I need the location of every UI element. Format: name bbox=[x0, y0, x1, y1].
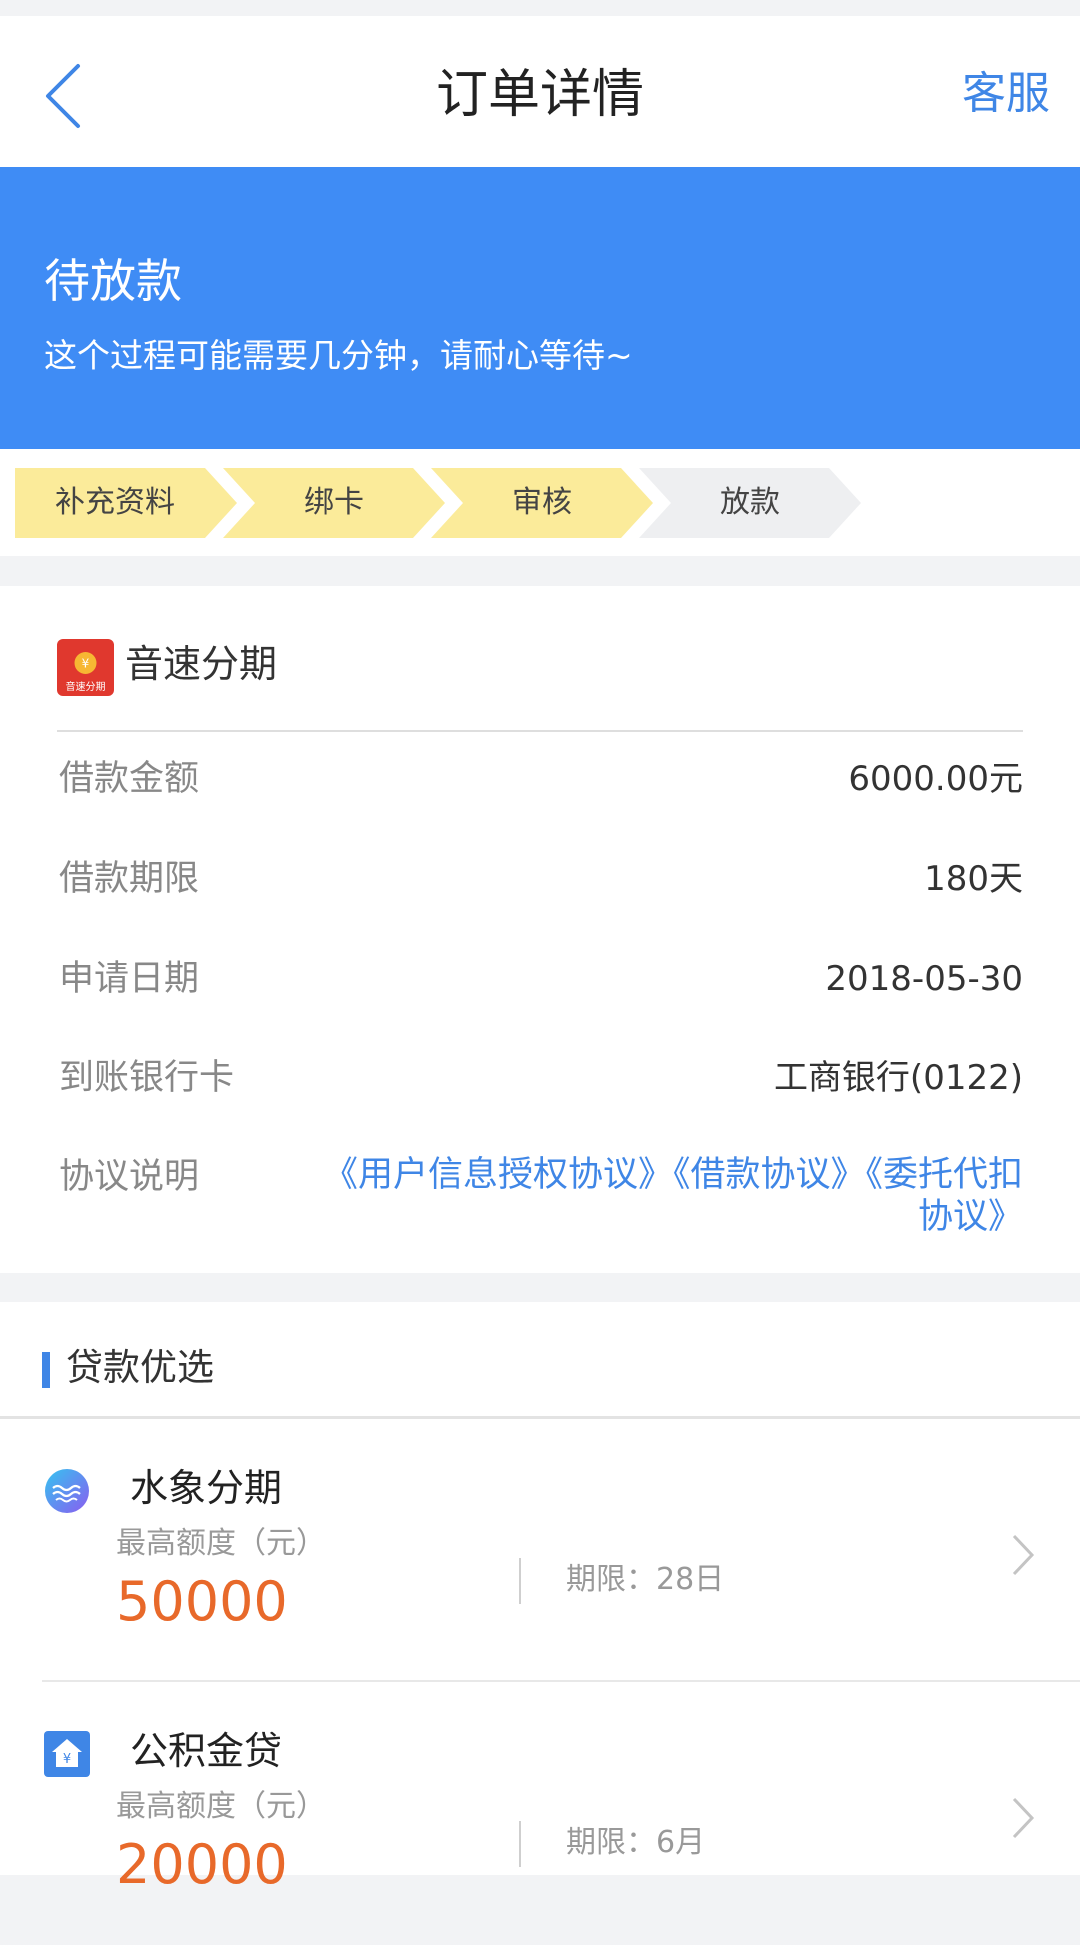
product-item-gongjijin[interactable]: ¥ 公积金贷 最高额度（元） 20000 期限：6月 bbox=[0, 1683, 1080, 1945]
product-name: 公积金贷 bbox=[130, 1729, 283, 1773]
max-limit-label: 最高额度（元） bbox=[116, 1789, 326, 1824]
lender-name: 音速分期 bbox=[125, 642, 278, 686]
step-bind-card: 绑卡 bbox=[223, 468, 445, 538]
section-accent-bar bbox=[42, 1352, 50, 1388]
loan-term: 期限：28日 bbox=[566, 1562, 725, 1597]
loan-term-value: 180天 bbox=[924, 859, 1023, 899]
vertical-divider bbox=[519, 1821, 521, 1867]
water-wave-icon bbox=[45, 1469, 89, 1513]
agreement-links: 《用户信息授权协议》《借款协议》《委托代扣协议》 bbox=[303, 1154, 1023, 1238]
product-item-shuixiang[interactable]: 水象分期 最高额度（元） 50000 期限：28日 bbox=[0, 1420, 1080, 1682]
step-review: 审核 bbox=[431, 468, 653, 538]
progress-steps: 补充资料 绑卡 审核 放款 bbox=[0, 449, 1080, 556]
vertical-divider bbox=[519, 1558, 521, 1604]
bank-card-value: 工商银行(0122) bbox=[773, 1058, 1023, 1098]
chevron-right-icon bbox=[1012, 1534, 1035, 1576]
status-banner: 待放款 这个过程可能需要几分钟，请耐心等待~ bbox=[0, 167, 1080, 449]
nav-bar: 订单详情 客服 bbox=[0, 16, 1080, 167]
step-disburse: 放款 bbox=[639, 468, 861, 538]
order-details-card: ¥ 音速分期 音速分期 借款金额 6000.00元 借款期限 180天 申请日期… bbox=[0, 586, 1080, 1273]
customer-service-button[interactable]: 客服 bbox=[962, 64, 1050, 124]
bank-card-label: 到账银行卡 bbox=[59, 1058, 235, 1098]
user-authorization-agreement-link[interactable]: 《用户信息授权协议》 bbox=[323, 1155, 673, 1195]
max-limit-value: 20000 bbox=[116, 1833, 288, 1896]
agreement-label: 协议说明 bbox=[59, 1157, 200, 1197]
step-label: 放款 bbox=[720, 485, 780, 520]
entrusted-deduction-agreement-link[interactable]: 《委托代扣协议》 bbox=[865, 1155, 1023, 1237]
status-description: 这个过程可能需要几分钟，请耐心等待~ bbox=[44, 336, 633, 375]
chevron-right-icon bbox=[1012, 1797, 1035, 1839]
apply-date-label: 申请日期 bbox=[59, 959, 200, 999]
status-title: 待放款 bbox=[44, 254, 182, 308]
max-limit-label: 最高额度（元） bbox=[116, 1526, 326, 1561]
loan-recommendations: 贷款优选 水象分期 最高额度（元） 50000 期限：28日 ¥ 公积金贷 最高… bbox=[0, 1302, 1080, 1896]
step-label: 绑卡 bbox=[304, 485, 364, 520]
loan-amount-label: 借款金额 bbox=[59, 759, 200, 799]
max-limit-value: 50000 bbox=[116, 1570, 288, 1633]
product-name: 水象分期 bbox=[130, 1466, 283, 1510]
lender-logo-symbol: ¥ bbox=[82, 657, 90, 671]
step-label: 审核 bbox=[512, 485, 572, 520]
loan-agreement-link[interactable]: 《借款协议》 bbox=[673, 1155, 866, 1195]
step-label: 补充资料 bbox=[55, 485, 175, 520]
divider bbox=[0, 1416, 1080, 1419]
lender-logo-text: 音速分期 bbox=[66, 680, 106, 693]
divider bbox=[42, 1680, 1080, 1682]
section-title: 贷款优选 bbox=[66, 1346, 214, 1389]
loan-term-label: 借款期限 bbox=[59, 859, 200, 899]
lender-logo: ¥ 音速分期 bbox=[57, 639, 114, 696]
divider bbox=[57, 730, 1023, 732]
house-yen-icon: ¥ bbox=[44, 1731, 90, 1777]
loan-amount-value: 6000.00元 bbox=[848, 759, 1023, 799]
page-title: 订单详情 bbox=[435, 65, 644, 125]
status-bar bbox=[0, 0, 1080, 16]
apply-date-value: 2018-05-30 bbox=[825, 959, 1023, 999]
svg-text:¥: ¥ bbox=[63, 1752, 71, 1767]
loan-term: 期限：6月 bbox=[566, 1825, 706, 1860]
step-supplement-info: 补充资料 bbox=[15, 468, 237, 538]
